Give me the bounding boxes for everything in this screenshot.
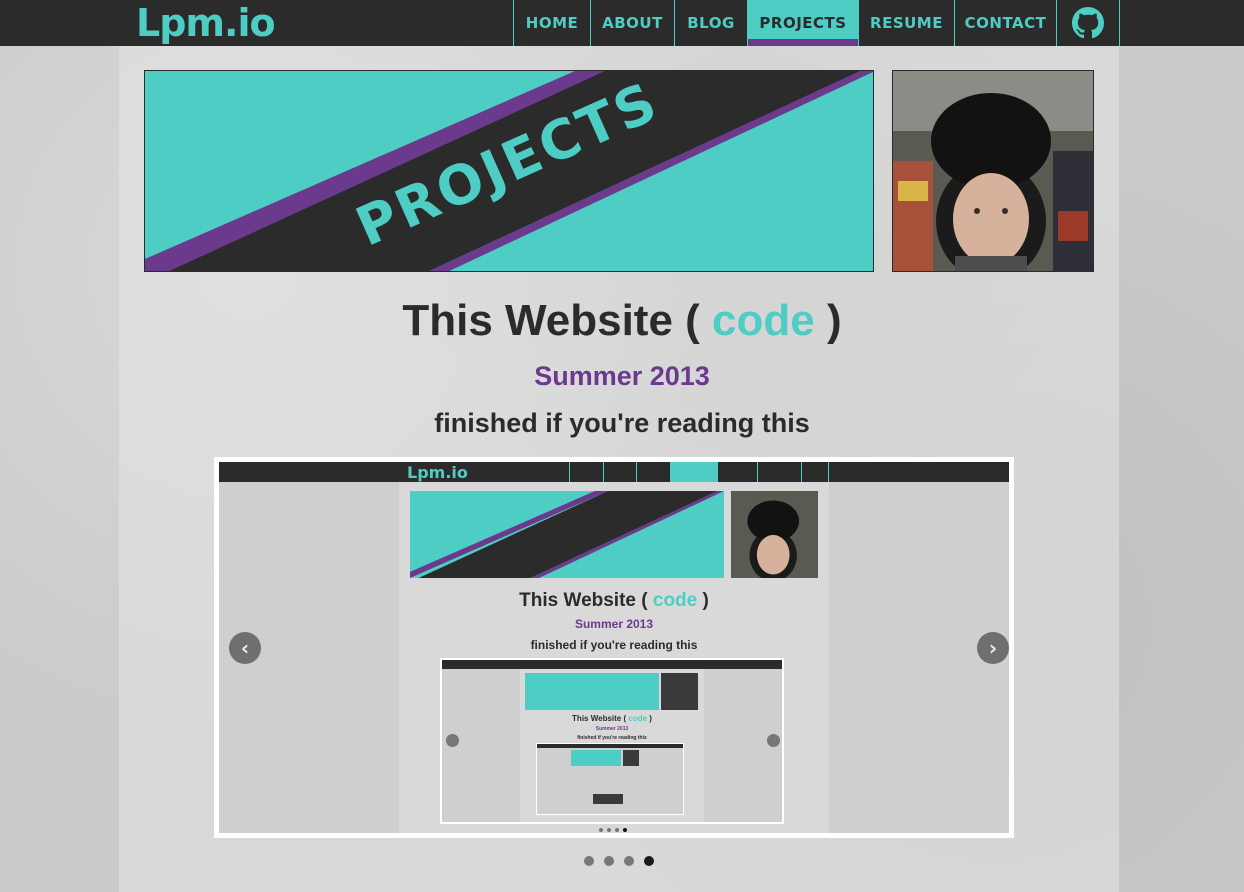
nav-item-label: ABOUT: [602, 14, 663, 32]
top-navigation: Lpm.io HOME ABOUT BLOG PROJECTS RESUME C…: [0, 0, 1244, 46]
project-date: Summer 2013: [534, 361, 710, 391]
carousel-slide: Lpm.io This Website ( code ) Summer 2013…: [219, 462, 1009, 833]
carousel-dot-3[interactable]: [624, 856, 634, 866]
project-title: This Website ( code ): [0, 296, 1244, 346]
carousel-dots: [584, 856, 654, 866]
slide-banner: [410, 491, 724, 578]
nav-item-label: CONTACT: [964, 14, 1047, 32]
slide-avatar: [731, 491, 818, 578]
nav-item-label: RESUME: [870, 14, 943, 32]
carousel-prev-button[interactable]: ‹: [229, 632, 261, 664]
nav-item-label: PROJECTS: [759, 14, 847, 32]
title-prefix: This Website (: [402, 296, 700, 345]
nav-item-resume[interactable]: RESUME: [858, 0, 954, 46]
slide-title: This Website ( code ): [519, 590, 709, 611]
slide-inner-carousel: This Website ( code ) Summer 2013 finish…: [440, 658, 784, 824]
nav-item-label: HOME: [525, 14, 579, 32]
chevron-left-icon: ‹: [240, 636, 250, 660]
profile-photo: [892, 70, 1094, 272]
nav-item-contact[interactable]: CONTACT: [954, 0, 1056, 46]
slide-logo: Lpm.io: [407, 463, 468, 482]
site-logo[interactable]: Lpm.io: [136, 2, 276, 44]
slide-description: finished if you're reading this: [530, 638, 698, 652]
nav-item-home[interactable]: HOME: [513, 0, 590, 46]
projects-banner: PROJECTS: [144, 70, 874, 272]
project-description: finished if you're reading this: [434, 408, 810, 438]
carousel-dot-2[interactable]: [604, 856, 614, 866]
slide-date: Summer 2013: [574, 617, 654, 631]
screenshot-carousel: Lpm.io This Website ( code ) Summer 2013…: [214, 457, 1014, 838]
nav-item-label: BLOG: [687, 14, 735, 32]
chevron-right-icon: ›: [988, 636, 998, 660]
carousel-dot-1[interactable]: [584, 856, 594, 866]
carousel-dot-4[interactable]: [644, 856, 654, 866]
slide-inner-dots: [599, 828, 627, 832]
nav-item-projects[interactable]: PROJECTS: [747, 0, 858, 46]
carousel-next-button[interactable]: ›: [977, 632, 1009, 664]
nav-item-github[interactable]: [1056, 0, 1120, 46]
github-icon: [1072, 7, 1104, 39]
nav-item-about[interactable]: ABOUT: [590, 0, 674, 46]
banner-graphic: PROJECTS: [145, 71, 873, 271]
nav-item-blog[interactable]: BLOG: [674, 0, 747, 46]
slide-nav-menu: [569, 462, 830, 482]
title-suffix: ): [826, 296, 842, 345]
avatar-image: [893, 71, 1093, 271]
code-link[interactable]: code: [712, 296, 815, 345]
nav-menu: HOME ABOUT BLOG PROJECTS RESUME CONTACT: [513, 0, 1120, 46]
